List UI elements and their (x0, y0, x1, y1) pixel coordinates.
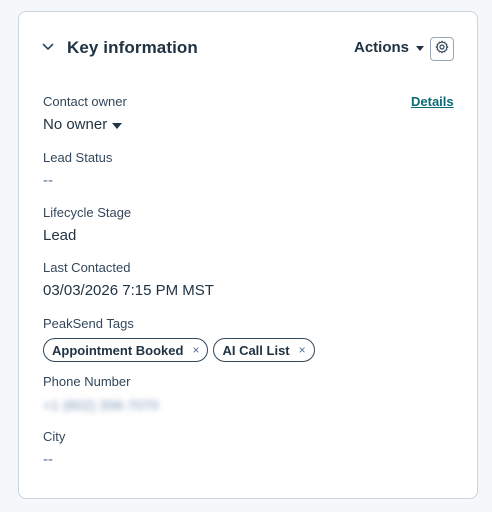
phone-number-field: Phone Number +1 (602) 356-7070 (43, 374, 443, 416)
phone-number-value[interactable]: +1 (602) 356-7070 (43, 395, 159, 415)
caret-down-icon (112, 122, 123, 129)
lead-status-field: Lead Status -- (43, 150, 443, 191)
tag-appointment-booked[interactable]: Appointment Booked × (43, 338, 209, 362)
last-contacted-label: Last Contacted (43, 260, 131, 275)
caret-down-icon (416, 46, 425, 51)
peaksend-tags-field: PeakSend Tags Appointment Booked × AI Ca… (43, 316, 443, 362)
card-title: Key information (67, 38, 198, 57)
key-information-card: Key information Actions Details Contact … (18, 11, 478, 499)
city-field: City -- (43, 429, 443, 470)
lead-status-label: Lead Status (43, 150, 113, 165)
close-icon[interactable]: × (299, 343, 306, 357)
lifecycle-stage-field: Lifecycle Stage Lead (43, 205, 443, 246)
contact-owner-value: No owner (43, 116, 108, 133)
tag-ai-call-list[interactable]: AI Call List × (213, 338, 315, 362)
last-contacted-value[interactable]: 03/03/2026 7:15 PM MST (43, 281, 443, 301)
city-value[interactable]: -- (43, 450, 443, 470)
gear-icon (435, 40, 449, 59)
contact-owner-label: Contact owner (43, 94, 127, 109)
card-header: Key information Actions (19, 12, 477, 84)
phone-number-label: Phone Number (43, 374, 131, 389)
last-contacted-field: Last Contacted 03/03/2026 7:15 PM MST (43, 260, 443, 301)
actions-dropdown[interactable]: Actions (354, 39, 425, 56)
chevron-down-icon[interactable] (41, 40, 55, 54)
lead-status-value[interactable]: -- (43, 171, 443, 191)
peaksend-tags-label: PeakSend Tags (43, 316, 134, 331)
lifecycle-stage-label: Lifecycle Stage (43, 205, 132, 220)
contact-owner-select[interactable]: No owner (43, 115, 123, 135)
tag-list: Appointment Booked × AI Call List × (43, 338, 443, 362)
contact-owner-field: Contact owner No owner (43, 94, 443, 135)
lifecycle-stage-value[interactable]: Lead (43, 226, 443, 246)
actions-label: Actions (354, 39, 410, 56)
tag-label: AI Call List (222, 342, 290, 358)
close-icon[interactable]: × (192, 343, 199, 357)
tag-label: Appointment Booked (52, 342, 184, 358)
city-label: City (43, 429, 66, 444)
settings-button[interactable] (430, 37, 454, 61)
